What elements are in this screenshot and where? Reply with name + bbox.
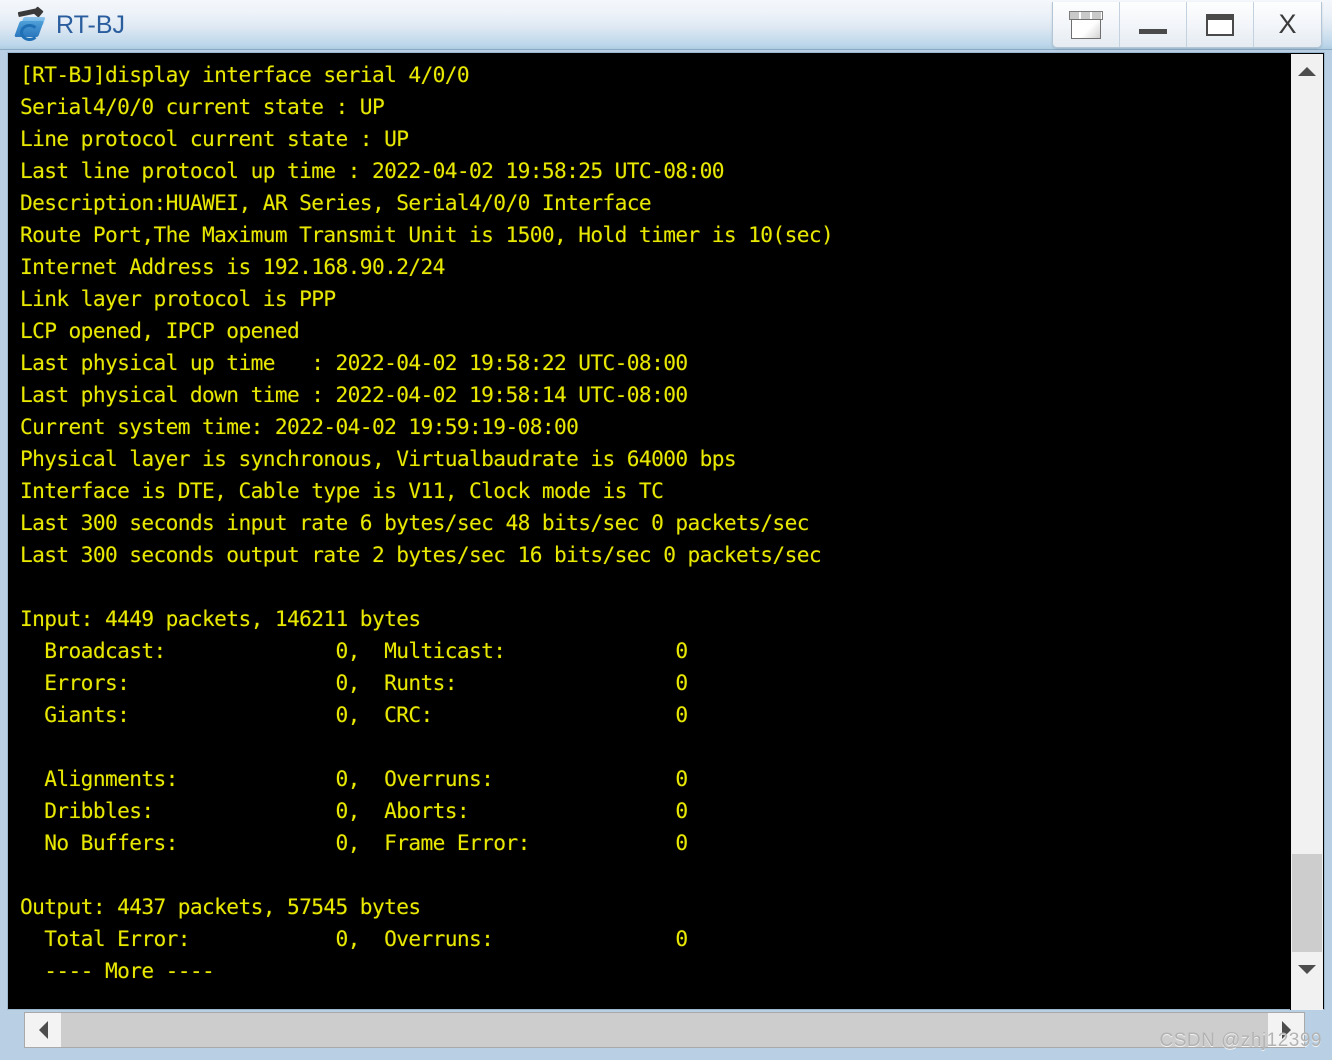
vertical-scrollbar[interactable] — [1290, 54, 1323, 1010]
title-bar[interactable]: RT-BJ X — [0, 0, 1332, 50]
chevron-up-icon — [1298, 66, 1316, 76]
horizontal-scrollbar[interactable] — [24, 1012, 1305, 1048]
close-button[interactable]: X — [1254, 2, 1321, 47]
close-icon: X — [1278, 9, 1297, 39]
maximize-icon — [1206, 13, 1234, 36]
window-title: RT-BJ — [56, 10, 125, 39]
chevron-left-icon — [38, 1021, 48, 1039]
restore-icon — [1069, 10, 1103, 39]
router-icon — [14, 6, 48, 42]
scroll-left-button[interactable] — [25, 1013, 61, 1047]
scroll-down-button[interactable] — [1291, 952, 1323, 986]
terminal-output-area[interactable]: [RT-BJ]display interface serial 4/0/0 Se… — [14, 56, 1284, 1006]
restore-button[interactable] — [1053, 2, 1120, 47]
minimize-icon — [1139, 29, 1167, 34]
scroll-up-button[interactable] — [1291, 54, 1323, 88]
watermark-text: CSDN @zhj12399 — [1159, 1030, 1322, 1051]
title-bar-left: RT-BJ — [14, 5, 125, 45]
maximize-button[interactable] — [1187, 2, 1254, 47]
window-controls: X — [1052, 2, 1322, 48]
terminal-window: RT-BJ X [RT-BJ]display interface serial … — [0, 0, 1332, 1060]
chevron-down-icon — [1298, 964, 1316, 974]
terminal-output-text: [RT-BJ]display interface serial 4/0/0 Se… — [20, 62, 834, 983]
minimize-button[interactable] — [1120, 2, 1187, 47]
terminal-frame: [RT-BJ]display interface serial 4/0/0 Se… — [7, 52, 1325, 1010]
